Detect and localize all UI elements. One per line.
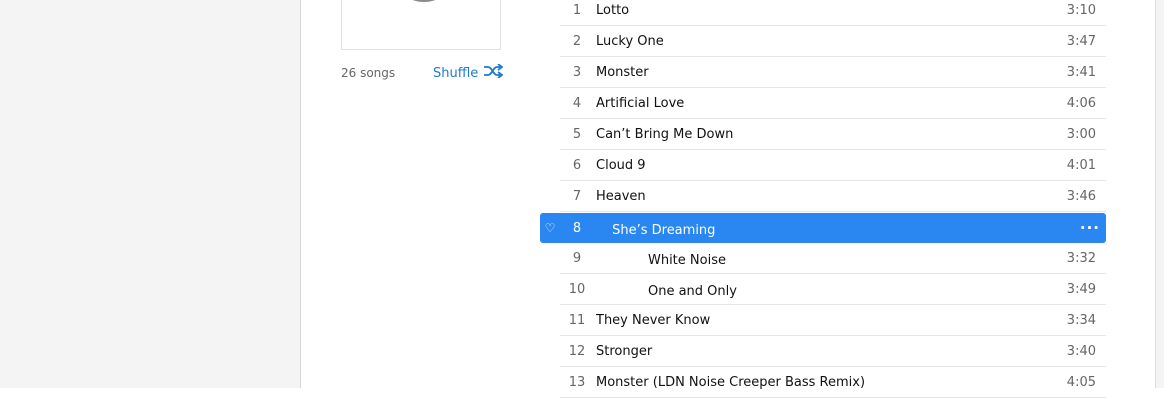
track-row[interactable]: 11 They Never Know 3:34 (540, 305, 1106, 336)
track-title: Monster (596, 65, 649, 80)
track-title: Stronger (596, 344, 653, 359)
track-number: 9 (572, 251, 582, 266)
track-row[interactable]: 13 Monster (LDN Noise Creeper Bass Remix)… (540, 367, 1106, 398)
track-number: 1 (572, 3, 582, 18)
track-duration: 3:46 (1066, 189, 1096, 204)
track-number: 12 (568, 344, 586, 359)
track-title: ㅤ She’s Dreaming (596, 222, 716, 238)
track-row[interactable]: 12 Stronger 3:40 (540, 336, 1106, 367)
track-title: Can’t Bring Me Down (596, 127, 734, 142)
track-title: Lotto (596, 3, 630, 18)
track-duration: 3:49 (1066, 282, 1096, 297)
track-row[interactable]: 7 Heaven 3:46 (540, 181, 1106, 212)
track-number: 10 (568, 282, 586, 297)
track-number: 4 (572, 96, 582, 111)
track-duration: 3:41 (1066, 65, 1096, 80)
track-number: 8 (572, 220, 582, 236)
track-title: ㅤㅤㅤㅤ One and Only (596, 284, 737, 299)
track-duration: 3:40 (1066, 344, 1096, 359)
track-duration: 4:01 (1066, 158, 1096, 173)
track-row[interactable]: 1 Lotto 3:10 (540, 0, 1106, 26)
track-title: Artificial Love (596, 96, 685, 111)
sidebar (0, 0, 301, 388)
track-duration: 3:00 (1066, 127, 1096, 142)
track-title: They Never Know (596, 313, 711, 328)
track-number: 2 (572, 34, 582, 49)
track-title: Heaven (596, 189, 646, 204)
track-number: 3 (572, 65, 582, 80)
track-row[interactable]: 6 Cloud 9 4:01 (540, 150, 1106, 181)
track-duration: 3:34 (1066, 313, 1096, 328)
shuffle-label: Shuffle (433, 65, 479, 81)
row-divider (560, 211, 1106, 212)
album-artwork-disc (392, 0, 456, 2)
track-duration: 3:47 (1066, 34, 1096, 49)
track-row[interactable]: 4 Artificial Love 4:06 (540, 88, 1106, 119)
song-count: 26 songs (341, 66, 396, 80)
track-row[interactable]: 9 ㅤㅤㅤㅤ White Noise 3:32 (540, 243, 1106, 274)
track-row[interactable]: 10 ㅤㅤㅤㅤ One and Only 3:49 (540, 274, 1106, 305)
track-number: 5 (572, 127, 582, 142)
track-title: Cloud 9 (596, 158, 646, 173)
track-row[interactable]: ♡ 8 ㅤ She’s Dreaming ··· (540, 213, 1106, 243)
track-row[interactable]: 5 Can’t Bring Me Down 3:00 (540, 119, 1106, 150)
shuffle-button[interactable]: Shuffle (433, 63, 504, 82)
more-options-button[interactable]: ··· (1040, 219, 1106, 237)
track-duration: 3:32 (1066, 251, 1096, 266)
shuffle-icon (483, 63, 504, 82)
track-duration: 4:06 (1066, 96, 1096, 111)
track-title: Lucky One (596, 34, 664, 49)
track-title: ㅤㅤㅤㅤ White Noise (596, 253, 726, 268)
track-row[interactable]: 2 Lucky One 3:47 (540, 26, 1106, 57)
track-duration: 3:10 (1066, 3, 1096, 18)
track-row[interactable]: 3 Monster 3:41 (540, 57, 1106, 88)
album-artwork[interactable] (341, 0, 501, 50)
heart-icon[interactable]: ♡ (540, 221, 560, 235)
track-list: 1 Lotto 3:10 2 Lucky One 3:47 3 Monster 3:41 4 Art… (540, 0, 1106, 398)
track-number: 7 (572, 189, 582, 204)
scrollbar-track[interactable] (1155, 0, 1164, 388)
track-number: 6 (572, 158, 582, 173)
track-number: 11 (568, 313, 586, 328)
